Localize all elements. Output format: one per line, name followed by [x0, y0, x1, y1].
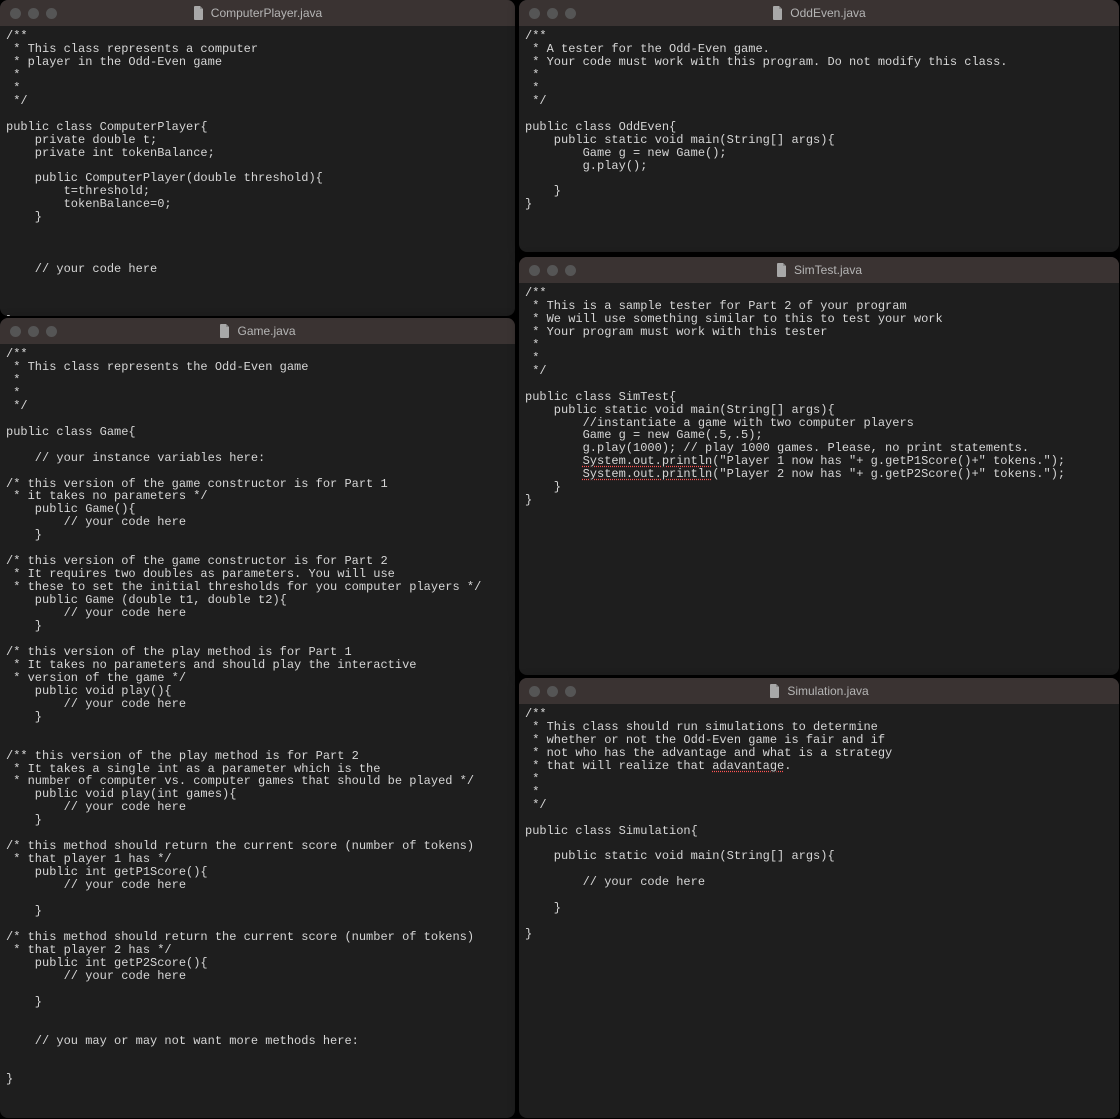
window-simulation: Simulation.java /** * This class should …: [519, 678, 1119, 1118]
window-title-wrap: Simulation.java: [519, 684, 1119, 698]
traffic-lights: [10, 8, 57, 19]
window-title-wrap: Game.java: [0, 324, 515, 338]
code-content[interactable]: /** * This class represents a computer *…: [0, 26, 515, 316]
close-icon[interactable]: [10, 326, 21, 337]
window-oddeven: OddEven.java /** * A tester for the Odd-…: [519, 0, 1119, 252]
code-content[interactable]: /** * This class represents the Odd-Even…: [0, 344, 515, 1096]
document-icon: [193, 6, 205, 20]
minimize-icon[interactable]: [547, 265, 558, 276]
window-title: Simulation.java: [787, 684, 868, 698]
document-icon: [769, 684, 781, 698]
window-title-wrap: SimTest.java: [519, 263, 1119, 277]
code-content[interactable]: /** * A tester for the Odd-Even game. * …: [519, 26, 1119, 221]
titlebar[interactable]: ComputerPlayer.java: [0, 0, 515, 26]
window-title-wrap: ComputerPlayer.java: [0, 6, 515, 20]
maximize-icon[interactable]: [46, 326, 57, 337]
titlebar[interactable]: SimTest.java: [519, 257, 1119, 283]
window-simtest: SimTest.java /** * This is a sample test…: [519, 257, 1119, 675]
titlebar[interactable]: Game.java: [0, 318, 515, 344]
traffic-lights: [10, 326, 57, 337]
minimize-icon[interactable]: [28, 8, 39, 19]
titlebar[interactable]: Simulation.java: [519, 678, 1119, 704]
document-icon: [776, 263, 788, 277]
window-title: Game.java: [237, 324, 295, 338]
maximize-icon[interactable]: [565, 265, 576, 276]
minimize-icon[interactable]: [28, 326, 39, 337]
code-content[interactable]: /** * This is a sample tester for Part 2…: [519, 283, 1119, 517]
document-icon: [772, 6, 784, 20]
code-content[interactable]: /** * This class should run simulations …: [519, 704, 1119, 951]
minimize-icon[interactable]: [547, 8, 558, 19]
maximize-icon[interactable]: [565, 8, 576, 19]
spellcheck-squiggle: System.out.println: [583, 454, 713, 468]
document-icon: [219, 324, 231, 338]
traffic-lights: [529, 686, 576, 697]
spellcheck-squiggle: adavantage: [712, 759, 784, 773]
window-title: ComputerPlayer.java: [211, 6, 322, 20]
window-title-wrap: OddEven.java: [519, 6, 1119, 20]
close-icon[interactable]: [529, 8, 540, 19]
window-computerplayer: ComputerPlayer.java /** * This class rep…: [0, 0, 515, 316]
minimize-icon[interactable]: [547, 686, 558, 697]
maximize-icon[interactable]: [46, 8, 57, 19]
code-text: . * * */ public class Simulation{ public…: [525, 759, 835, 941]
code-text: /** * This is a sample tester for Part 2…: [525, 286, 1029, 468]
titlebar[interactable]: OddEven.java: [519, 0, 1119, 26]
code-text: /** * This class should run simulations …: [525, 707, 892, 773]
window-title: OddEven.java: [790, 6, 865, 20]
traffic-lights: [529, 265, 576, 276]
window-game: Game.java /** * This class represents th…: [0, 318, 515, 1118]
spellcheck-squiggle: System.out.println: [583, 467, 713, 481]
close-icon[interactable]: [529, 686, 540, 697]
window-title: SimTest.java: [794, 263, 862, 277]
close-icon[interactable]: [529, 265, 540, 276]
maximize-icon[interactable]: [565, 686, 576, 697]
close-icon[interactable]: [10, 8, 21, 19]
traffic-lights: [529, 8, 576, 19]
